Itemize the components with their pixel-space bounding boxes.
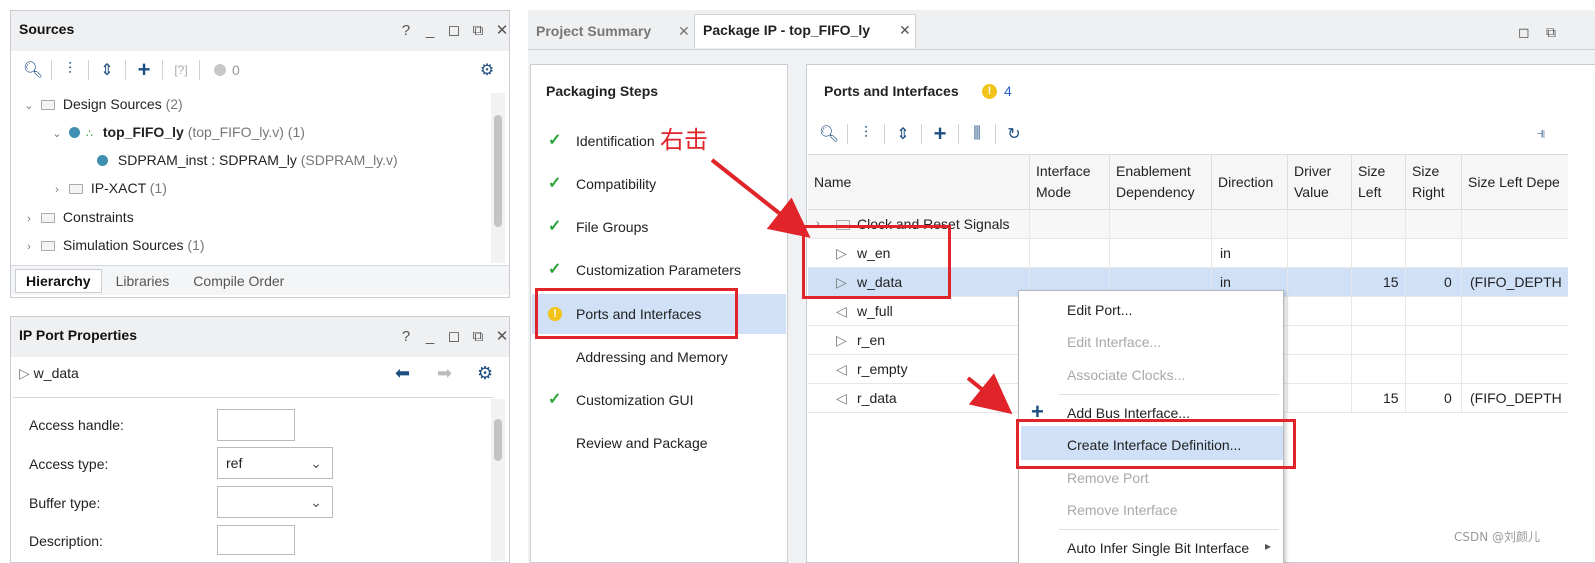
arrow-to-create-interface [966, 373, 1013, 415]
annotation-arrows [710, 158, 1013, 415]
arrow-to-w-data [710, 158, 811, 238]
watermark: CSDN @刘颜儿 [1454, 530, 1541, 544]
